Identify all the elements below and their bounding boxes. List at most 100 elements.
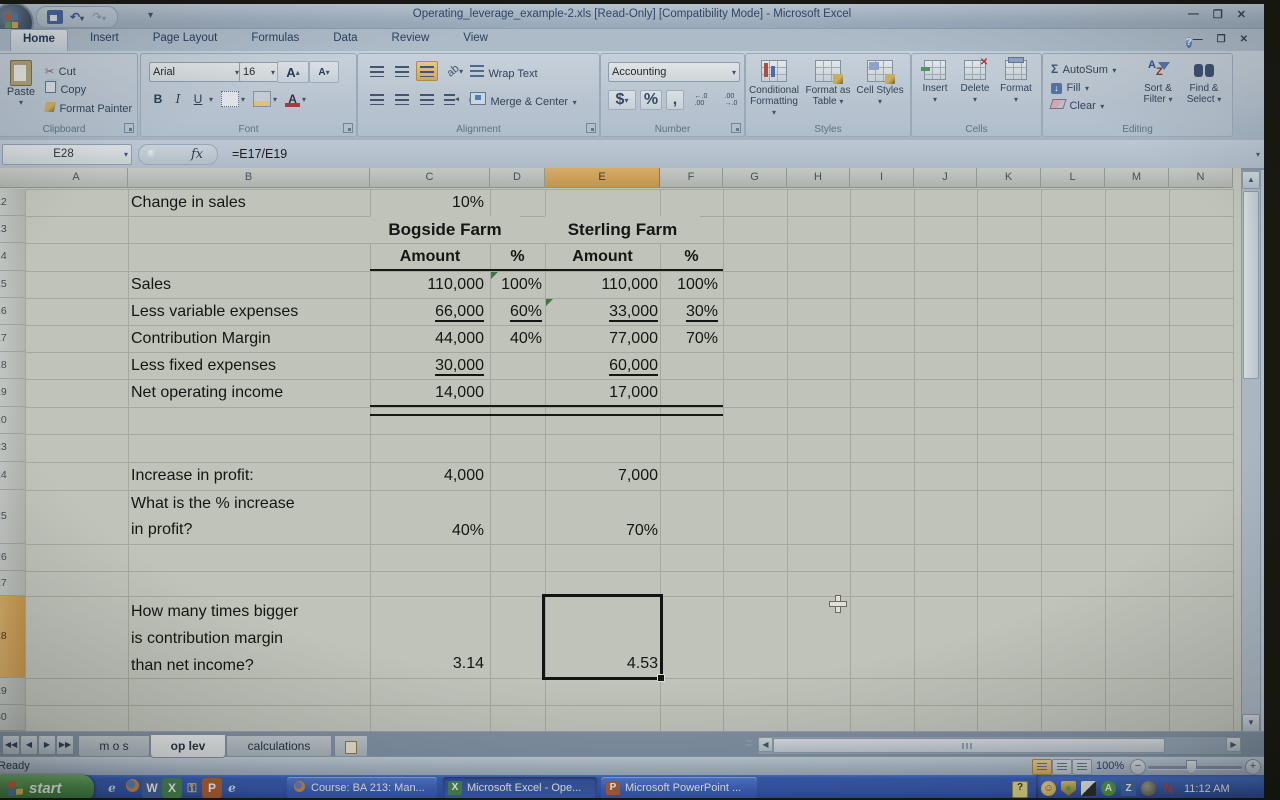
align-center-icon[interactable] [391,89,413,109]
insert-function-icon[interactable]: fx [191,147,203,162]
row-header-18[interactable]: 18 [0,352,26,379]
cell-E19[interactable]: 17,000 [545,379,661,407]
fill-color-icon[interactable] [253,91,271,107]
column-header-G[interactable]: G [723,168,787,188]
column-header-M[interactable]: M [1105,168,1169,188]
align-left-icon[interactable] [366,89,388,109]
row-header-15[interactable]: 15 [0,271,26,298]
sheet-tab-calculations[interactable]: calculations [226,735,332,758]
italic-button[interactable]: I [169,90,187,108]
cell-C28[interactable]: 3.14 [370,650,487,677]
page-layout-view-button[interactable] [1052,759,1072,775]
row-header-19[interactable]: 19 [0,379,26,407]
row-header-26[interactable]: 26 [0,544,26,571]
scroll-right-icon[interactable]: ▶ [1226,737,1241,752]
column-header-J[interactable]: J [914,168,977,188]
tab-view[interactable]: View [451,29,500,51]
cell-B16[interactable]: Less variable expenses [131,298,369,325]
name-box-dropdown-icon[interactable]: ▾ [124,150,128,159]
bold-button[interactable]: B [149,90,167,108]
tray-antivirus-icon[interactable]: A [1101,781,1116,796]
align-right-icon[interactable] [416,89,438,109]
next-sheet-icon[interactable]: ▶ [38,735,56,755]
column-header-B[interactable]: B [128,168,370,188]
cell-C12[interactable]: 10% [370,189,487,216]
tab-page-layout[interactable]: Page Layout [141,29,230,51]
quicklaunch-excel-icon[interactable]: X [162,778,182,798]
find-select-button[interactable]: Find & Select ▾ [1181,60,1227,105]
scroll-up-icon[interactable]: ▲ [1242,171,1260,189]
column-header-H[interactable]: H [787,168,850,188]
row-header-30[interactable]: 30 [0,705,26,731]
cut-button[interactable]: ✂ Cut [45,62,76,80]
font-size-select[interactable]: 16▾ [239,62,279,82]
align-top-icon[interactable] [366,61,388,81]
column-header-E[interactable]: E [545,168,660,188]
quicklaunch-key-icon[interactable]: ⚿ [182,778,202,798]
row-header-25[interactable]: 25 [0,490,26,544]
align-bottom-icon[interactable] [416,61,438,81]
expand-formula-bar-icon[interactable]: ▾ [1256,150,1260,159]
tray-shield-icon[interactable] [1061,781,1076,796]
clipboard-dialog-launcher[interactable] [124,123,134,133]
minimize-button[interactable]: — [1188,8,1199,21]
percent-style-icon[interactable]: % [640,90,662,110]
cell-E17[interactable]: 77,000 [545,325,661,352]
zoom-level[interactable]: 100% [1096,760,1124,772]
alignment-dialog-launcher[interactable] [586,123,596,133]
cell-styles-button[interactable]: Cell Styles ▾ [854,60,906,107]
cell-C15[interactable]: 110,000 [370,271,487,298]
quicklaunch-firefox-icon[interactable] [122,778,142,798]
cell-F16[interactable]: 30% [660,298,721,325]
cell-E15[interactable]: 110,000 [545,271,661,298]
tray-utility-icon[interactable] [1081,781,1096,796]
task-powerpoint[interactable]: P Microsoft PowerPoint ... [601,777,757,798]
vertical-scrollbar[interactable]: ▲ ▼ [1241,170,1261,733]
row-header-24[interactable]: 24 [0,462,26,490]
workbook-restore-button[interactable]: ❐ [1217,34,1226,45]
row-header-27[interactable]: 27 [0,571,26,596]
paste-button[interactable]: Paste ▾ [3,60,39,107]
copy-button[interactable]: Copy [45,80,86,98]
autosum-button[interactable]: Σ AutoSum ▾ [1051,60,1116,78]
scroll-left-icon[interactable]: ◀ [758,737,773,752]
row-header-13[interactable]: 13 [0,216,26,243]
tray-messenger-icon[interactable]: ☺ [1041,781,1056,796]
cell-B15[interactable]: Sales [131,271,369,298]
column-header-A[interactable]: A [25,168,128,188]
horizontal-scroll-thumb[interactable] [773,738,1165,753]
column-header-N[interactable]: N [1169,168,1233,188]
orientation-icon[interactable]: ab▾ [441,61,469,81]
cell-D15[interactable]: 100% [490,271,545,298]
wrap-text-button[interactable]: Wrap Text [470,64,538,82]
prev-sheet-icon[interactable]: ◀ [20,735,38,755]
cell-F14[interactable]: % [660,243,723,270]
column-header-L[interactable]: L [1041,168,1105,188]
first-sheet-icon[interactable]: ◀◀ [2,735,20,755]
name-box[interactable]: E28 ▾ [2,144,132,165]
vertical-scroll-thumb[interactable] [1243,191,1259,379]
shrink-font-button[interactable]: A▾ [309,61,339,83]
tab-split-handle[interactable] [746,740,752,748]
quicklaunch-ie2-icon[interactable]: e [222,778,242,798]
comma-style-icon[interactable]: , [666,90,684,110]
close-button[interactable]: ✕ [1237,8,1246,21]
grow-font-button[interactable]: A▴ [277,61,309,83]
formula-input[interactable]: =E17/E19 [232,147,287,161]
cell-C18[interactable]: 30,000 [370,352,487,379]
cell-E14[interactable]: Amount [545,243,660,270]
fill-button[interactable]: ↓ Fill ▾ [1051,78,1089,96]
workbook-close-button[interactable]: ✕ [1240,34,1248,45]
page-break-view-button[interactable] [1072,759,1092,775]
format-painter-button[interactable]: Format Painter [45,99,132,117]
font-family-select[interactable]: Arial▾ [149,62,243,82]
sheet-tab-op-lev[interactable]: op lev [150,734,226,758]
format-cells-button[interactable]: Format▾ [996,60,1036,105]
start-button[interactable]: start [0,775,94,798]
row-header-12[interactable]: 12 [0,189,26,216]
number-dialog-launcher[interactable] [731,123,741,133]
row-header-29[interactable]: 29 [0,678,26,705]
sort-filter-button[interactable]: A Z Sort & Filter ▾ [1135,60,1181,105]
zoom-in-icon[interactable]: + [1245,759,1261,775]
column-header-F[interactable]: F [660,168,723,188]
